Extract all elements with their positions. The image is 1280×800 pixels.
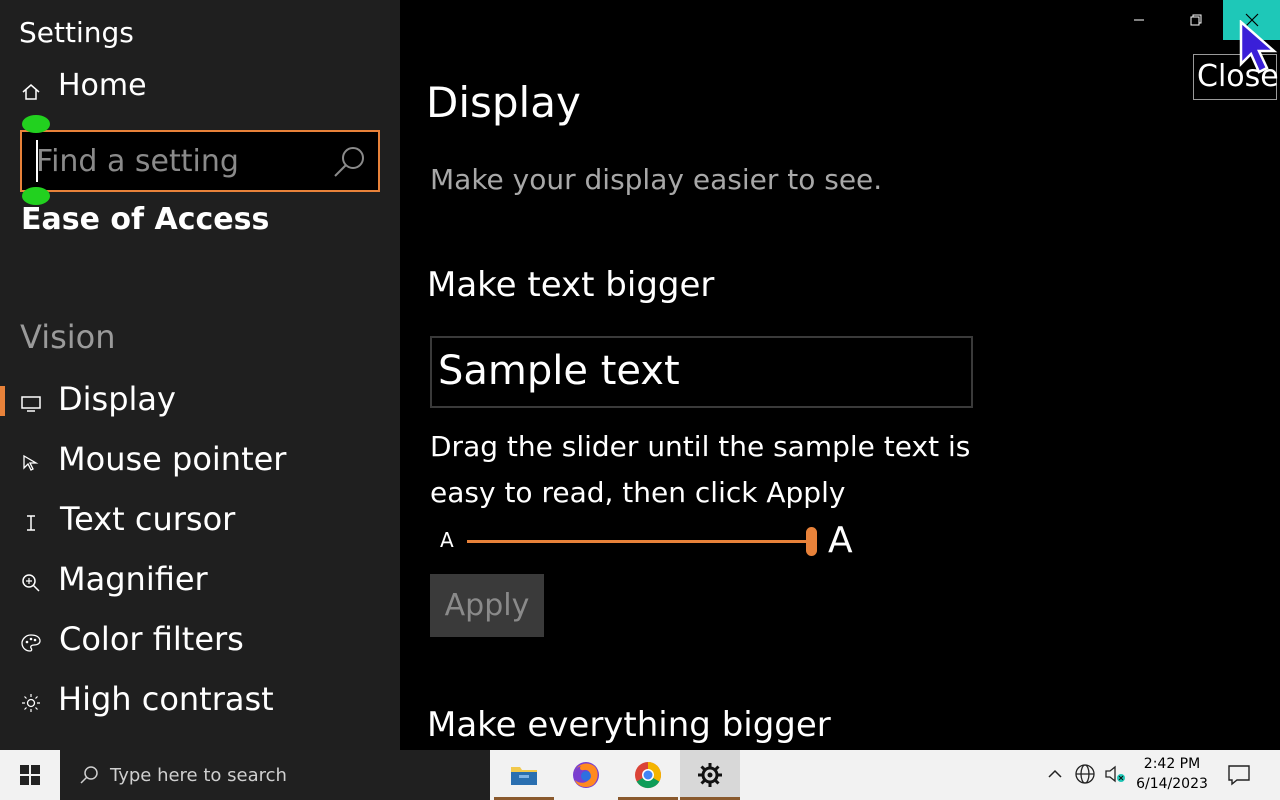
chevron-up-icon[interactable] <box>1044 763 1066 785</box>
search-input[interactable] <box>36 140 336 182</box>
windows-logo-icon <box>20 765 40 785</box>
magnifier-icon <box>22 574 40 592</box>
sidebar-item-label: Display <box>58 380 176 418</box>
sample-text: Sample text <box>438 348 680 394</box>
sidebar-item-label: Mouse pointer <box>58 440 287 478</box>
sidebar-item-display[interactable]: Display <box>0 376 400 426</box>
taskbar: Type here to search 2:42 PM 6/14/2023 <box>0 750 1280 800</box>
taskbar-clock[interactable]: 2:42 PM 6/14/2023 <box>1132 754 1212 794</box>
page-description: Make your display easier to see. <box>430 163 883 196</box>
search-icon[interactable] <box>332 144 368 180</box>
firefox-icon <box>573 762 599 788</box>
minimize-button[interactable] <box>1110 0 1167 40</box>
chrome-icon <box>635 762 662 789</box>
sample-text-box: Sample text <box>430 336 973 408</box>
slider-max-label: A <box>828 520 853 561</box>
slider-instructions: Drag the slider until the sample text is… <box>430 430 971 509</box>
selection-handle-bottom[interactable] <box>22 187 50 205</box>
section-heading-everything-bigger: Make everything bigger <box>427 705 831 745</box>
sidebar-item-label: Color filters <box>59 620 244 658</box>
text-cursor-icon <box>27 515 35 531</box>
app-title: Settings <box>19 16 134 49</box>
restore-icon <box>1190 14 1201 26</box>
sidebar-item-label: Text cursor <box>60 500 236 538</box>
taskbar-search-placeholder: Type here to search <box>110 765 287 786</box>
restore-button[interactable] <box>1167 0 1224 40</box>
sidebar-item-high-contrast[interactable]: High contrast <box>0 676 400 726</box>
group-label: Vision <box>20 318 116 356</box>
search-icon <box>80 766 98 784</box>
taskbar-search-box[interactable]: Type here to search <box>60 750 490 800</box>
clock-time: 2:42 PM <box>1143 756 1201 772</box>
start-button[interactable] <box>0 750 60 800</box>
sidebar-item-magnifier[interactable]: Magnifier <box>0 556 400 606</box>
sidebar-item-text-cursor[interactable]: Text cursor <box>0 496 400 546</box>
file-explorer-icon <box>511 767 537 785</box>
display-icon <box>21 396 41 412</box>
minimize-icon <box>1133 19 1144 21</box>
slider-track[interactable] <box>467 540 813 543</box>
slider-min-label: A <box>440 528 454 552</box>
mouse-pointer-icon <box>23 454 39 471</box>
text-caret <box>36 140 38 182</box>
section-heading-text-size: Make text bigger <box>427 265 715 305</box>
sidebar-item-label: Magnifier <box>58 560 208 598</box>
section-title: Ease of Access <box>21 202 270 237</box>
home-icon <box>22 84 40 100</box>
page-title: Display <box>426 78 581 127</box>
taskbar-chrome[interactable] <box>618 750 678 800</box>
search-field[interactable] <box>20 130 380 192</box>
home-label: Home <box>58 68 147 103</box>
settings-gear-icon <box>698 763 722 787</box>
taskbar-settings[interactable] <box>680 750 740 800</box>
sidebar-item-color-filters[interactable]: Color filters <box>0 616 400 666</box>
clock-date: 6/14/2023 <box>1136 776 1208 792</box>
taskbar-firefox[interactable] <box>556 750 616 800</box>
sidebar-item-mouse-pointer[interactable]: Mouse pointer <box>0 436 400 486</box>
selection-handle-top[interactable] <box>22 115 50 133</box>
home-nav-item[interactable]: Home <box>0 64 400 110</box>
notification-icon[interactable] <box>1226 763 1252 787</box>
color-filters-icon <box>21 634 41 652</box>
high-contrast-icon <box>22 694 40 712</box>
sidebar: Settings Home Ease of Access Vision Disp… <box>0 0 400 750</box>
taskbar-file-explorer[interactable] <box>494 750 554 800</box>
volume-muted-icon[interactable] <box>1104 763 1126 785</box>
apply-button[interactable]: Apply <box>430 574 544 637</box>
mouse-cursor-icon <box>1239 20 1278 74</box>
sidebar-item-label: High contrast <box>58 680 274 718</box>
network-globe-icon[interactable] <box>1074 763 1096 785</box>
slider-thumb[interactable] <box>806 527 817 556</box>
text-size-slider[interactable]: A A <box>430 518 870 568</box>
